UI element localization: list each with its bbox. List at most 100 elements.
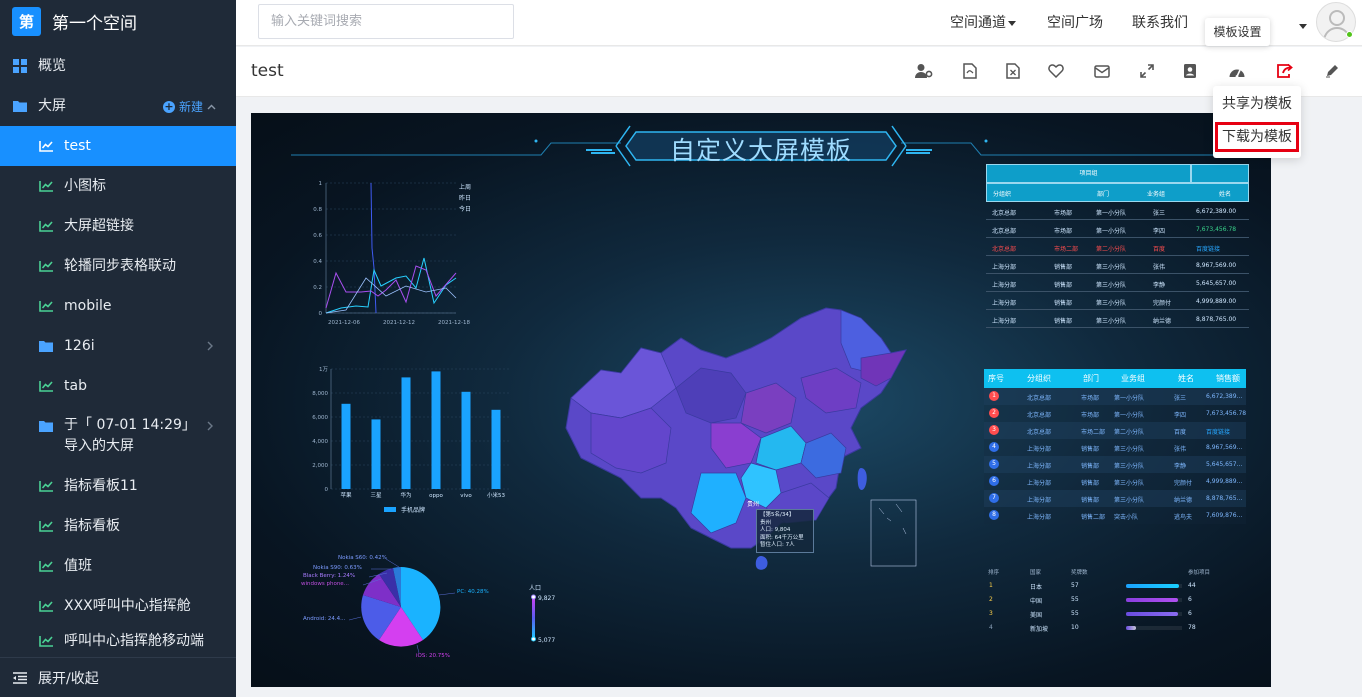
bar-3 [431,371,441,489]
sidebar-item-label: mobile [64,297,112,314]
nav-contact-us[interactable]: 联系我们 [1132,12,1188,32]
table-cell: 市场二部 [1054,246,1079,253]
table-cell: 上海分部 [1027,514,1052,521]
event-count: 44 [1188,582,1196,589]
sidebar-item-overview[interactable]: 概览 [0,46,236,86]
table-cell: 8,878,765.00 [1196,316,1237,323]
table-row: 8 上海分部 销售二部 突击小队 逃鸟夫 7,609,876... [984,507,1246,524]
sidebar-item-bigscreen[interactable]: 大屏 + 新建 [0,86,236,126]
table-cell: 北京总部 [1027,395,1052,402]
nav-space-square[interactable]: 空间广场 [1047,12,1103,32]
bar-y-tick: 1万 [319,366,328,373]
progress-fill [1126,584,1180,588]
heart-icon[interactable] [1046,61,1066,81]
sidebar-item-mobile[interactable]: mobile [0,286,236,326]
sidebar-item-duty[interactable]: 值班 [0,546,236,586]
table-row: 4 上海分部 销售部 第三小分队 张伟 8,967,569... [984,439,1246,456]
progress-track [1126,612,1182,616]
table-cell: 第一小分队 [1096,228,1127,235]
table-row: 北京总部 市场二部 第二小分队 百度 百度链接 [986,238,1249,256]
table-cell: 销售部 [1081,497,1100,504]
sidebar-item-imported[interactable]: 于「 07-01 14:29」导入的大屏 [0,406,236,466]
user-menu-caret[interactable] [1297,18,1307,34]
table-link[interactable]: 百度链接 [1196,244,1220,253]
progress-fill [1126,612,1178,616]
table-cell: 第三小分队 [1114,446,1145,453]
sidebar-item-kpi11[interactable]: 指标看板11 [0,466,236,506]
user-gear-icon[interactable] [914,61,934,81]
sidebar-item-callcenter-mobile[interactable]: 呼叫中心指挥舱移动端 [0,626,236,656]
pie-label-android: Android: 24.4... [303,616,346,622]
sidebar-item-label: 轮播同步表格联动 [64,257,176,274]
chart-icon [38,518,54,534]
population-legend: 人口 9,827 5,077 [529,585,555,644]
pencil-icon[interactable] [1322,61,1342,81]
rank-badge: 5 [989,459,999,469]
nav-space-channel[interactable]: 空间通道 [950,12,1016,32]
share-as-template-item[interactable]: 共享为模板 [1213,89,1301,119]
line-y-tick: 0.6 [313,233,322,239]
ranking-row: 4 新加坡 10 78 [986,624,1251,636]
table-cell: 上海分部 [1027,480,1052,487]
new-bigscreen-button[interactable]: + 新建 [162,98,216,115]
ranking-row: 3 美国 55 6 [986,610,1251,622]
download-as-template-item[interactable]: 下载为模板 [1215,122,1299,152]
file-excel-icon[interactable] [1003,61,1023,81]
sidebar-item-hyperlink[interactable]: 大屏超链接 [0,206,236,246]
line-y-tick: 0 [319,311,323,317]
line-y-tick: 0.2 [313,285,322,291]
table-cell: 6,672,389... [1206,393,1243,400]
dashboard-icon[interactable] [1227,61,1247,81]
progress-fill [1126,626,1136,630]
bar-1 [371,419,381,489]
table-cell: 第二小分队 [1114,429,1145,436]
population-legend-max: 9,827 [538,595,555,602]
share-icon[interactable] [1275,61,1295,81]
folder-icon [38,338,54,354]
sidebar-item-tab[interactable]: tab [0,366,236,406]
sidebar-item-carousel[interactable]: 轮播同步表格联动 [0,246,236,286]
title-toolbar: test [236,47,1362,97]
sidebar-item-callcenter[interactable]: XXX呼叫中心指挥舱 [0,586,236,626]
table-cell: 李四 [1153,228,1166,235]
table-cell: 5,645,657... [1206,461,1243,468]
bar-y-tick: 2,000 [312,463,328,469]
rank-number: 4 [989,624,993,631]
table-cell: 北京总部 [992,228,1017,235]
envelope-icon[interactable] [1092,61,1112,81]
sidebar-item-test[interactable]: test [0,126,236,166]
bar-4 [461,391,471,489]
table-cell: 张三 [1174,395,1187,402]
chevron-right-icon [207,421,213,431]
rank-badge: 7 [989,493,999,503]
table-cell: 7,673,456.78 [1196,226,1237,233]
table-cell: 第一小分队 [1114,395,1145,402]
file-pdf-icon[interactable] [960,61,980,81]
table-cell: 突击小队 [1114,514,1139,521]
pie-label-pc: PC: 40.28% [457,589,489,595]
collapse-toggle[interactable]: 展开/收起 [0,657,236,697]
table-cell: 第三小分队 [1096,282,1127,289]
table-cell: 第三小分队 [1096,300,1127,307]
search-input[interactable] [258,4,514,39]
table-link[interactable]: 百度链接 [1206,427,1230,436]
contact-card-icon[interactable] [1180,61,1200,81]
trophy-icon: 1 [989,582,993,589]
space-name[interactable]: 第一个空间 [52,9,137,34]
sidebar-item-kpi[interactable]: 指标看板 [0,506,236,546]
ranking-row: 2 中国 55 6 [986,596,1251,608]
sidebar-item-label: 指标看板11 [64,477,138,494]
bar-chart-bars [341,371,501,489]
sidebar-item-small-icons[interactable]: 小图标 [0,166,236,206]
table-cell: 销售部 [1054,282,1073,289]
pie-label-nokia-s90: Nokia S90: 0.63% [313,565,362,571]
sidebar-item-126i[interactable]: 126i [0,326,236,366]
sidebar-item-label: 呼叫中心指挥舱移动端 [64,632,204,649]
expand-icon[interactable] [1137,61,1157,81]
chevron-up-icon [207,104,216,109]
country-name: 美国 [1030,612,1043,619]
table-row: 6 上海分部 销售部 第三小分队 完颜付 4,999,889... [984,473,1246,490]
event-count: 6 [1188,596,1192,603]
chart-icon [38,478,54,494]
table-cell: 销售部 [1054,300,1073,307]
